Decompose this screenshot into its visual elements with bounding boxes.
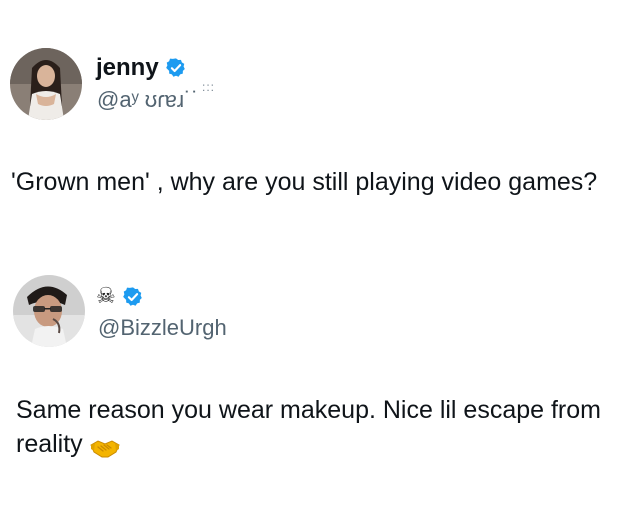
display-name-skull[interactable]: ☠: [96, 284, 116, 310]
handle-decoration: :::: [202, 80, 216, 94]
verified-badge-icon: [165, 57, 187, 79]
handle[interactable]: @aʸ ʊɾɐɹ˙˙: [97, 87, 199, 113]
display-name[interactable]: jenny: [96, 54, 159, 82]
handle[interactable]: @BizzleUrgh: [98, 315, 227, 341]
verified-badge-icon: [122, 286, 144, 308]
tweet-body: 'Grown men' , why are you still playing …: [11, 168, 598, 196]
author-row: ☠: [96, 284, 144, 310]
man-portrait-avatar: [13, 275, 85, 347]
tweet-body: Same reason you wear makeup. Nice lil es…: [16, 393, 626, 461]
bizzleurgh-avatar[interactable]: [13, 275, 85, 347]
author-row: jenny: [96, 54, 187, 82]
woman-portrait-avatar: [10, 48, 82, 120]
jenny-avatar[interactable]: [10, 48, 82, 120]
handshake-icon: [89, 434, 121, 458]
